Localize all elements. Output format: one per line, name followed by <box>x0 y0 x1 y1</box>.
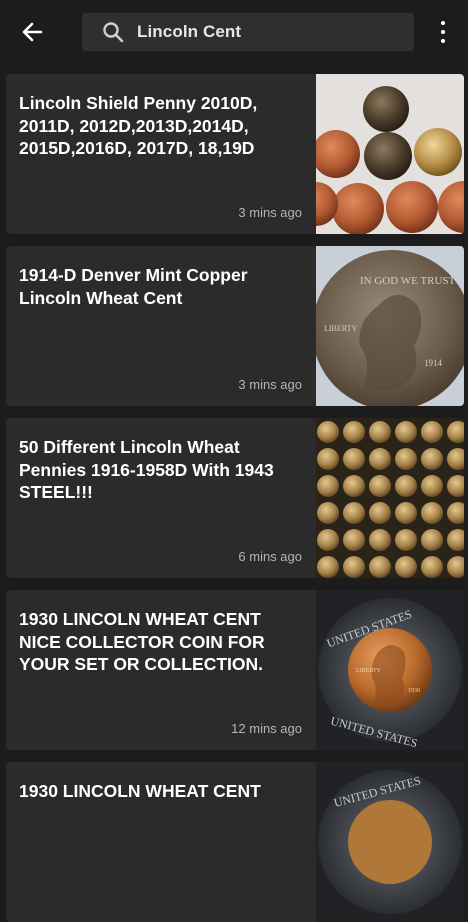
listing-time: 3 mins ago <box>238 205 302 220</box>
magnifier-icon <box>103 22 124 43</box>
small-coin <box>343 448 365 470</box>
coin-photo-image: IN GOD WE TRUST LIBERTY 1914 <box>316 246 464 406</box>
small-coin <box>369 556 391 578</box>
small-coin <box>421 421 443 443</box>
listing-card[interactable]: 1914-D Denver Mint Copper Lincoln Wheat … <box>6 246 464 406</box>
coin-photo-image <box>316 74 464 234</box>
coin-year-text: 1930 <box>408 688 420 694</box>
arrow-left-icon <box>22 22 43 42</box>
small-coin <box>395 421 417 443</box>
small-coin <box>369 421 391 443</box>
listing-card[interactable]: 1930 LINCOLN WHEAT CENT UNITED STATES <box>6 762 464 922</box>
listing-time: 6 mins ago <box>238 549 302 564</box>
small-coin <box>421 502 443 524</box>
listing-time: 3 mins ago <box>238 377 302 392</box>
small-coin <box>369 529 391 551</box>
small-coin <box>395 475 417 497</box>
small-coin <box>317 448 339 470</box>
listing-time: 12 mins ago <box>231 721 302 736</box>
small-coin <box>317 556 339 578</box>
small-coin <box>421 475 443 497</box>
small-coin <box>343 475 365 497</box>
small-coin <box>343 556 365 578</box>
small-coin <box>395 502 417 524</box>
coin-year-text: 1914 <box>424 358 443 368</box>
more-options-button[interactable] <box>430 18 456 46</box>
small-coin <box>369 475 391 497</box>
more-vertical-icon <box>441 21 445 25</box>
listing-title: Lincoln Shield Penny 2010D, 2011D, 2012D… <box>19 93 258 158</box>
coin-liberty-text: LIBERTY <box>324 324 358 333</box>
small-coin <box>395 556 417 578</box>
coin-motto-text: IN GOD WE TRUST <box>360 275 456 287</box>
small-coin <box>369 448 391 470</box>
listing-thumbnail[interactable]: UNITED STATES UNITED STATES LIBERTY 1930 <box>316 590 464 750</box>
small-coin <box>317 502 339 524</box>
small-coin <box>369 502 391 524</box>
listing-thumbnail[interactable]: UNITED STATES <box>316 762 464 922</box>
listing-card[interactable]: Lincoln Shield Penny 2010D, 2011D, 2012D… <box>6 74 464 234</box>
listing-card[interactable]: 1930 LINCOLN WHEAT CENT NICE COLLECTOR C… <box>6 590 464 750</box>
listing-title: 1930 LINCOLN WHEAT CENT NICE COLLECTOR C… <box>19 609 265 674</box>
listing-thumbnail[interactable] <box>316 74 464 234</box>
small-coin <box>395 529 417 551</box>
small-coin <box>395 448 417 470</box>
small-coin <box>421 529 443 551</box>
small-coin <box>317 529 339 551</box>
small-coin <box>421 556 443 578</box>
small-coin <box>343 502 365 524</box>
listing-thumbnail[interactable] <box>316 418 464 578</box>
listing-title: 50 Different Lincoln Wheat Pennies 1916-… <box>19 437 274 502</box>
listing-title: 1914-D Denver Mint Copper Lincoln Wheat … <box>19 265 248 308</box>
listing-thumbnail[interactable]: IN GOD WE TRUST LIBERTY 1914 <box>316 246 464 406</box>
back-button[interactable] <box>14 14 50 50</box>
small-coin <box>421 448 443 470</box>
coin-photo-image: UNITED STATES UNITED STATES LIBERTY 1930 <box>316 590 464 750</box>
listing-title: 1930 LINCOLN WHEAT CENT <box>19 781 261 801</box>
small-coin <box>343 529 365 551</box>
top-app-bar: Lincoln Cent <box>0 0 468 64</box>
search-query-text: Lincoln Cent <box>137 22 242 41</box>
coin-liberty-text: LIBERTY <box>356 668 382 674</box>
coin-photo-image <box>316 418 464 578</box>
small-coin <box>317 475 339 497</box>
listing-card[interactable]: 50 Different Lincoln Wheat Pennies 1916-… <box>6 418 464 578</box>
small-coin <box>317 421 339 443</box>
coin-photo-image: UNITED STATES <box>316 762 464 922</box>
small-coin <box>343 421 365 443</box>
search-input[interactable]: Lincoln Cent <box>82 13 414 51</box>
